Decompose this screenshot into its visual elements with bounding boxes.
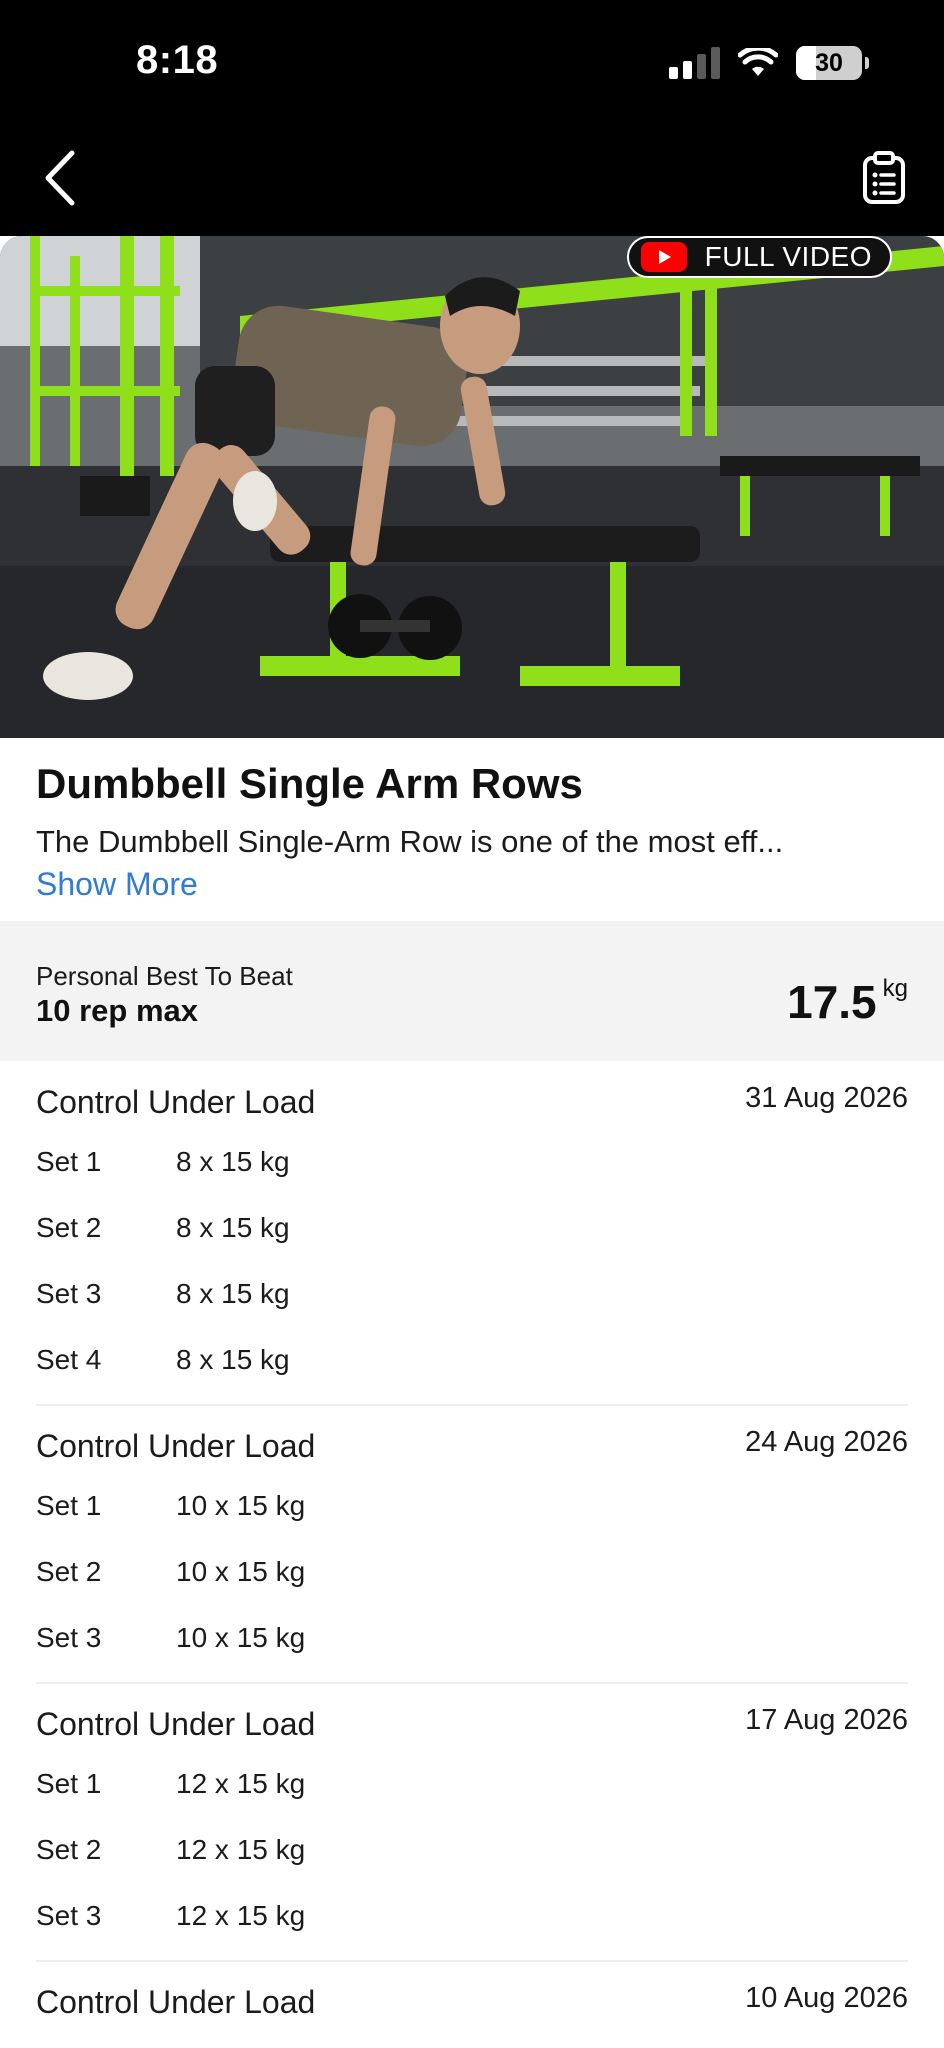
set-row: Set 2 12 x 15 kg — [36, 1816, 908, 1882]
personal-best-type: 10 rep max — [36, 993, 198, 1028]
clipboard-list-icon — [863, 151, 905, 204]
set-value: 12 x 15 kg — [176, 1834, 306, 1865]
set-row: Set 4 8 x 15 kg — [36, 1326, 908, 1392]
session-item[interactable]: Control Under Load 24 Aug 2026 Set 1 10 … — [36, 1406, 908, 1684]
set-row: Set 3 12 x 15 kg — [36, 1882, 908, 1948]
set-value: 10 x 15 kg — [176, 1490, 306, 1521]
personal-best-label: Personal Best To Beat — [36, 961, 293, 991]
session-header: Control Under Load 17 Aug 2026 — [36, 1684, 908, 1750]
set-row: Set 2 10 x 15 kg — [36, 1538, 908, 1604]
personal-best-card: Personal Best To Beat 10 rep max 17.5 kg — [0, 921, 944, 1061]
session-name: Control Under Load — [36, 1984, 316, 2020]
wifi-icon — [738, 48, 778, 76]
set-value: 12 x 15 kg — [176, 1768, 306, 1799]
personal-best-number: 17.5 — [787, 976, 877, 1028]
set-row: Set 1 12 x 15 kg — [36, 1750, 908, 1816]
session-history-list: Control Under Load 31 Aug 2026 Set 1 8 x… — [36, 1062, 908, 2028]
set-label: Set 3 — [36, 1622, 102, 1653]
personal-best-value: 17.5 kg — [787, 975, 908, 1028]
session-header: Control Under Load 31 Aug 2026 — [36, 1062, 908, 1128]
set-value: 8 x 15 kg — [176, 1344, 290, 1375]
set-label: Set 3 — [36, 1278, 102, 1309]
battery-percent: 30 — [815, 48, 843, 77]
chevron-left-icon — [45, 150, 75, 206]
set-label: Set 2 — [36, 1212, 102, 1243]
set-value: 10 x 15 kg — [176, 1622, 306, 1653]
exercise-title: Dumbbell Single Arm Rows — [36, 760, 583, 807]
session-item[interactable]: Control Under Load 31 Aug 2026 Set 1 8 x… — [36, 1062, 908, 1406]
set-row: Set 3 8 x 15 kg — [36, 1260, 908, 1326]
back-button[interactable] — [30, 146, 90, 210]
session-date: 17 Aug 2026 — [745, 1704, 908, 1736]
set-value: 12 x 15 kg — [176, 1900, 306, 1931]
set-value: 10 x 15 kg — [176, 1556, 306, 1587]
set-label: Set 1 — [36, 1490, 102, 1521]
set-value: 8 x 15 kg — [176, 1278, 290, 1309]
session-date: 31 Aug 2026 — [745, 1082, 908, 1114]
session-header: Control Under Load 24 Aug 2026 — [36, 1406, 908, 1472]
personal-best-unit: kg — [882, 975, 908, 1002]
set-value: 8 x 15 kg — [176, 1146, 290, 1177]
set-label: Set 2 — [36, 1834, 102, 1865]
set-row: Set 1 8 x 15 kg — [36, 1128, 908, 1194]
gym-scene-image — [0, 236, 944, 738]
session-date: 24 Aug 2026 — [745, 1426, 908, 1458]
status-time: 8:18 — [136, 38, 219, 82]
exercise-video-thumbnail[interactable] — [0, 236, 944, 738]
clipboard-button[interactable] — [856, 146, 912, 210]
set-row: Set 1 10 x 15 kg — [36, 1472, 908, 1538]
set-value: 8 x 15 kg — [176, 1212, 290, 1243]
set-label: Set 2 — [36, 1556, 102, 1587]
session-date: 10 Aug 2026 — [745, 1982, 908, 2014]
set-row: Set 3 10 x 15 kg — [36, 1604, 908, 1670]
set-label: Set 1 — [36, 1768, 102, 1799]
top-bar: 8:18 30 — [0, 0, 944, 236]
full-video-label: FULL VIDEO — [704, 241, 872, 272]
session-name: Control Under Load — [36, 1428, 316, 1464]
show-more-link[interactable]: Show More — [36, 866, 198, 903]
set-row: Set 2 8 x 15 kg — [36, 1194, 908, 1260]
full-video-button[interactable]: FULL VIDEO — [626, 236, 892, 278]
exercise-description: The Dumbbell Single-Arm Row is one of th… — [36, 824, 784, 859]
battery-icon: 30 — [796, 46, 869, 80]
youtube-play-icon — [640, 242, 687, 272]
set-label: Set 1 — [36, 1146, 102, 1177]
session-item[interactable]: Control Under Load 17 Aug 2026 Set 1 12 … — [36, 1684, 908, 1962]
session-header: Control Under Load 10 Aug 2026 — [36, 1962, 908, 2028]
session-name: Control Under Load — [36, 1084, 316, 1120]
set-label: Set 4 — [36, 1344, 102, 1375]
set-label: Set 3 — [36, 1900, 102, 1931]
status-icons: 30 — [669, 46, 869, 80]
cellular-signal-icon — [669, 47, 720, 79]
session-item[interactable]: Control Under Load 10 Aug 2026 — [36, 1962, 908, 2028]
session-name: Control Under Load — [36, 1706, 316, 1742]
